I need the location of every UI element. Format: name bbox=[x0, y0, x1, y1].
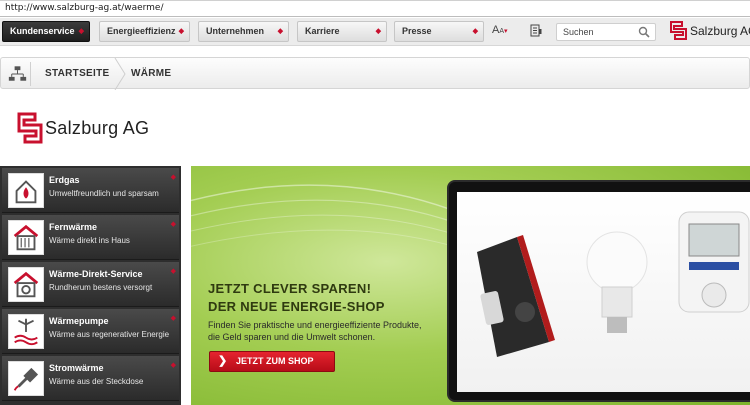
sidebar-item-subtitle: Rundherum bestens versorgt bbox=[49, 283, 153, 292]
sidebar-item-title: Wärme-Direkt-Service bbox=[49, 269, 143, 279]
chevron-icon: ◆ bbox=[170, 174, 176, 181]
search-field[interactable]: Suchen bbox=[556, 23, 656, 41]
banner-headline-2: DER NEUE ENERGIE-SHOP bbox=[208, 299, 385, 314]
sidebar-item-waerme-direkt-service[interactable]: Wärme-Direkt-Service Rundherum bestens v… bbox=[2, 262, 179, 307]
shop-button[interactable]: ❯ JETZT ZUM SHOP bbox=[209, 351, 335, 372]
tv-screen bbox=[457, 192, 750, 392]
sidebar-item-fernwaerme[interactable]: Fernwärme Wärme direkt ins Haus ◆ bbox=[2, 215, 179, 260]
nav-karriere[interactable]: Karriere ◆ bbox=[297, 21, 387, 42]
nav-kundenservice[interactable]: Kundenservice ◆ bbox=[2, 21, 90, 42]
breadcrumb-startseite[interactable]: STARTSEITE bbox=[45, 68, 109, 79]
sidebar-item-subtitle: Wärme aus regenerativer Energie bbox=[49, 330, 170, 339]
shop-button-label: JETZT ZUM SHOP bbox=[236, 356, 314, 366]
tv-product-image bbox=[447, 180, 750, 402]
font-size-icon[interactable]: AA▾ bbox=[492, 24, 508, 36]
chevron-icon: ◆ bbox=[170, 268, 176, 275]
main-logo-text: Salzburg AG bbox=[45, 118, 150, 138]
banner-text-1: Finden Sie praktische und energieeffizie… bbox=[208, 320, 422, 330]
header-logo-text: Salzburg AG bbox=[690, 24, 750, 38]
gas-flame-house-icon bbox=[8, 173, 44, 208]
nav-label: Energieeffizienz bbox=[107, 26, 176, 36]
sidebar-item-subtitle: Wärme aus der Steckdose bbox=[49, 377, 144, 386]
energy-products-image bbox=[477, 211, 750, 357]
nav-label: Presse bbox=[402, 26, 432, 36]
sidebar-item-title: Wärmepumpe bbox=[49, 316, 109, 326]
header-logo[interactable]: Salzburg AG bbox=[670, 21, 750, 41]
address-bar[interactable]: http://www.salzburg-ag.at/waerme/ bbox=[0, 0, 750, 17]
heat-pump-icon bbox=[8, 314, 44, 349]
nav-energieeffizienz[interactable]: Energieeffizienz ◆ bbox=[99, 21, 190, 42]
promo-banner[interactable]: JETZT CLEVER SPAREN! DER NEUE ENERGIE-SH… bbox=[191, 166, 750, 405]
chevron-icon: ◆ bbox=[178, 28, 184, 35]
sidebar-item-waermepumpe[interactable]: Wärmepumpe Wärme aus regenerativer Energ… bbox=[2, 309, 179, 354]
sidebar-item-title: Erdgas bbox=[49, 175, 80, 185]
sidebar: Erdgas Umweltfreundlich und sparsam ◆ Fe… bbox=[0, 166, 181, 405]
sidebar-item-title: Stromwärme bbox=[49, 363, 104, 373]
salzburg-ag-logo-icon bbox=[17, 112, 43, 144]
nav-label: Unternehmen bbox=[206, 26, 265, 36]
page: http://www.salzburg-ag.at/waerme/ Kunden… bbox=[0, 0, 750, 405]
breadcrumb-waerme: WÄRME bbox=[131, 68, 172, 79]
search-placeholder: Suchen bbox=[563, 27, 594, 37]
electric-plug-icon bbox=[8, 361, 44, 396]
sidebar-item-subtitle: Wärme direkt ins Haus bbox=[49, 236, 130, 245]
banner-text-2: die Geld sparen und die Umwelt schonen. bbox=[208, 332, 376, 342]
print-icon[interactable] bbox=[530, 24, 542, 37]
sidebar-item-erdgas[interactable]: Erdgas Umweltfreundlich und sparsam ◆ bbox=[2, 168, 179, 213]
banner-headline-1: JETZT CLEVER SPAREN! bbox=[208, 281, 372, 296]
nav-label: Karriere bbox=[305, 26, 340, 36]
sitemap-icon[interactable] bbox=[5, 62, 31, 86]
chevron-right-icon: ❯ bbox=[218, 355, 228, 367]
nav-unternehmen[interactable]: Unternehmen ◆ bbox=[198, 21, 289, 42]
nav-presse[interactable]: Presse ◆ bbox=[394, 21, 484, 42]
salzburg-ag-logo-icon bbox=[670, 21, 687, 40]
sidebar-item-title: Fernwärme bbox=[49, 222, 98, 232]
nav-label: Kundenservice bbox=[10, 26, 75, 36]
sidebar-item-subtitle: Umweltfreundlich und sparsam bbox=[49, 189, 159, 198]
heat-service-icon bbox=[8, 267, 44, 302]
chevron-icon: ◆ bbox=[170, 362, 176, 369]
chevron-icon: ◆ bbox=[170, 315, 176, 322]
url-text[interactable]: http://www.salzburg-ag.at/waerme/ bbox=[5, 3, 164, 13]
district-heating-icon bbox=[8, 220, 44, 255]
search-icon[interactable] bbox=[638, 26, 650, 38]
chevron-icon: ◆ bbox=[375, 28, 381, 35]
chevron-icon: ◆ bbox=[170, 221, 176, 228]
main-logo[interactable]: Salzburg AG bbox=[17, 112, 149, 146]
breadcrumb: STARTSEITE WÄRME bbox=[0, 57, 750, 90]
chevron-icon: ◆ bbox=[277, 28, 283, 35]
chevron-icon: ◆ bbox=[78, 28, 84, 35]
sidebar-item-stromwaerme[interactable]: Stromwärme Wärme aus der Steckdose ◆ bbox=[2, 356, 179, 401]
chevron-icon: ◆ bbox=[472, 28, 478, 35]
breadcrumb-separator-icon bbox=[114, 58, 126, 90]
